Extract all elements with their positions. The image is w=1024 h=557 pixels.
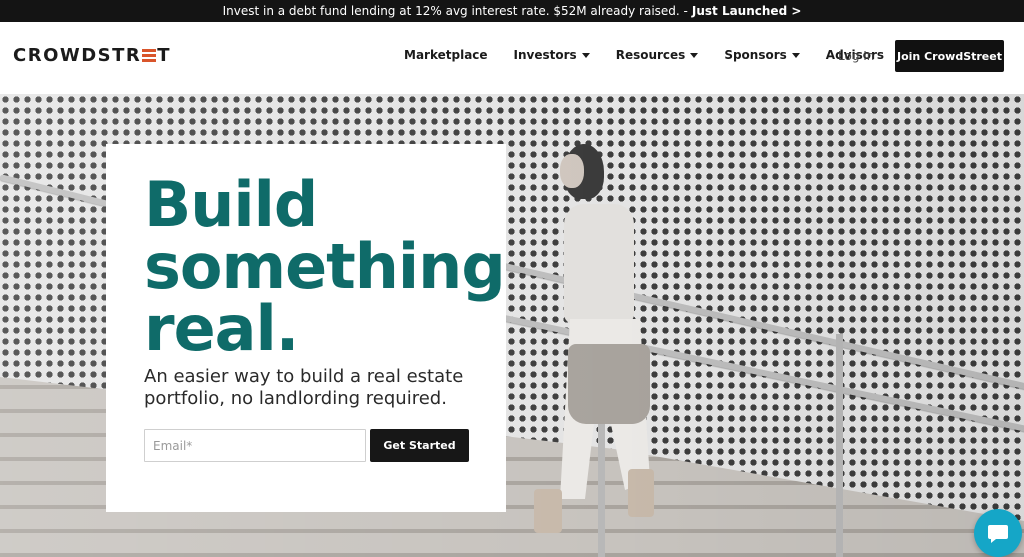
nav-item-label: Resources — [615, 48, 686, 62]
nav-item-label: Sponsors — [724, 48, 787, 62]
nav-item-label: Investors — [513, 48, 577, 62]
chat-bubble-icon — [988, 525, 1008, 543]
announcement-text: Invest in a debt fund lending at 12% avg… — [222, 4, 688, 18]
caret-down-icon — [690, 52, 699, 58]
nav-item-label: Marketplace — [404, 48, 488, 62]
caret-down-icon — [791, 52, 800, 58]
logo-text-right: T — [157, 45, 172, 66]
site-header: CROWDSTR T Marketplace Investors Resourc… — [0, 22, 1024, 94]
crowdstreet-logo[interactable]: CROWDSTR T — [13, 45, 171, 66]
announcement-bar: Invest in a debt fund lending at 12% avg… — [0, 0, 1024, 22]
nav-item-marketplace[interactable]: Marketplace — [404, 48, 488, 62]
main-nav: Marketplace Investors Resources Sponsors… — [404, 48, 884, 62]
get-started-button[interactable]: Get Started — [370, 429, 469, 462]
nav-item-investors[interactable]: Investors — [514, 48, 590, 62]
nav-item-resources[interactable]: Resources — [616, 48, 699, 62]
hero-card: Build something real. An easier way to b… — [106, 144, 506, 512]
logo-mark-icon — [142, 49, 157, 62]
caret-down-icon — [581, 52, 590, 58]
email-field[interactable] — [144, 429, 366, 462]
chat-launcher-button[interactable] — [974, 509, 1022, 557]
hero-headline: Build something real. — [144, 168, 506, 365]
join-button[interactable]: Join CrowdStreet — [895, 40, 1004, 72]
hero-section: Build something real. An easier way to b… — [0, 94, 1024, 557]
announcement-link[interactable]: Just Launched > — [692, 4, 802, 18]
logo-text-left: CROWDSTR — [13, 45, 142, 66]
login-link[interactable]: Log In — [838, 49, 874, 63]
hero-subheadline: An easier way to build a real estate por… — [144, 366, 464, 409]
nav-item-sponsors[interactable]: Sponsors — [724, 48, 800, 62]
